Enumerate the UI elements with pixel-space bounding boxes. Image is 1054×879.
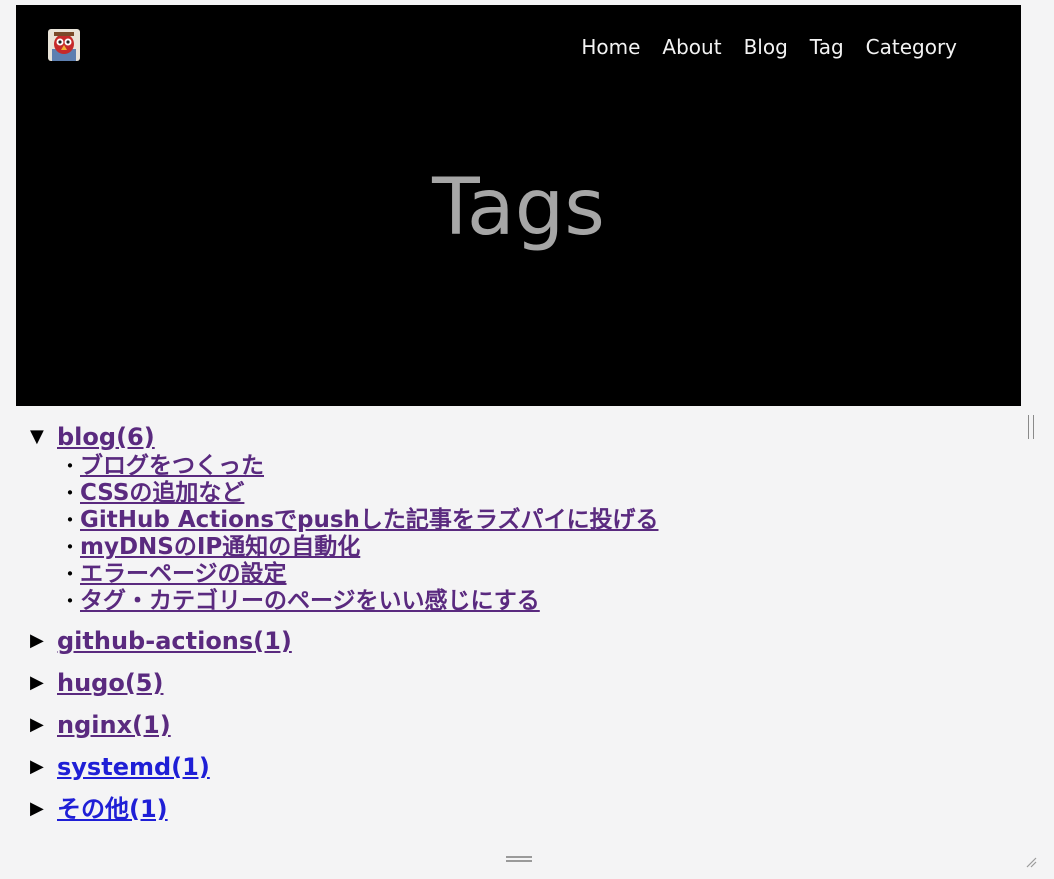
tag-group-blog: ▼ blog(6) ・ ブログをつくった ・ CSSの追加など ・ GitHub… — [30, 421, 1010, 615]
tag-group-github-actions: ▶ github-actions(1) — [30, 625, 1010, 657]
bullet-icon: ・ — [60, 535, 80, 559]
tag-summary-systemd[interactable]: ▶ systemd(1) — [30, 751, 1010, 783]
tag-summary-github-actions[interactable]: ▶ github-actions(1) — [30, 625, 1010, 657]
hero-header: Home About Blog Tag Category Tags — [16, 5, 1021, 406]
bullet-icon: ・ — [60, 508, 80, 532]
post-list-item: ・ GitHub Actionsでpushした記事をラズパイに投げる — [60, 507, 1010, 534]
nav-tag-link[interactable]: Tag — [810, 34, 844, 60]
tag-post-list: ・ ブログをつくった ・ CSSの追加など ・ GitHub Actionsでp… — [30, 453, 1010, 615]
post-link[interactable]: タグ・カテゴリーのページをいい感じにする — [80, 588, 540, 615]
nav-category-link[interactable]: Category — [866, 34, 957, 60]
tag-group-hugo: ▶ hugo(5) — [30, 667, 1010, 699]
post-list-item: ・ ブログをつくった — [60, 453, 1010, 480]
post-link[interactable]: CSSの追加など — [80, 480, 244, 507]
tag-link-systemd[interactable]: systemd(1) — [57, 751, 210, 783]
bullet-icon: ・ — [60, 589, 80, 613]
disclosure-open-icon: ▼ — [30, 426, 44, 447]
tag-group-systemd: ▶ systemd(1) — [30, 751, 1010, 783]
post-list-item: ・ CSSの追加など — [60, 480, 1010, 507]
post-link[interactable]: GitHub Actionsでpushした記事をラズパイに投げる — [80, 507, 658, 534]
post-link[interactable]: ブログをつくった — [80, 453, 264, 480]
bullet-icon: ・ — [60, 562, 80, 586]
site-logo[interactable] — [48, 29, 80, 61]
disclosure-closed-icon: ▶ — [30, 756, 44, 777]
post-list-item: ・ myDNSのIP通知の自動化 — [60, 534, 1010, 561]
tag-summary-hugo[interactable]: ▶ hugo(5) — [30, 667, 1010, 699]
tag-summary-other[interactable]: ▶ その他(1) — [30, 793, 1010, 825]
page-title: Tags — [432, 163, 605, 253]
tag-summary-nginx[interactable]: ▶ nginx(1) — [30, 709, 1010, 741]
resize-grip-icon[interactable] — [1025, 853, 1037, 868]
nav-blog-link[interactable]: Blog — [744, 34, 788, 60]
tag-link-nginx[interactable]: nginx(1) — [57, 709, 171, 741]
nav-home-link[interactable]: Home — [581, 34, 640, 60]
tag-link-other[interactable]: その他(1) — [57, 793, 168, 825]
bullet-icon: ・ — [60, 481, 80, 505]
disclosure-closed-icon: ▶ — [30, 672, 44, 693]
drag-handle-icon[interactable] — [506, 856, 532, 862]
post-link[interactable]: エラーページの設定 — [80, 561, 287, 588]
post-list-item: ・ タグ・カテゴリーのページをいい感じにする — [60, 588, 1010, 615]
tag-list: ▼ blog(6) ・ ブログをつくった ・ CSSの追加など ・ GitHub… — [30, 421, 1010, 835]
post-list-item: ・ エラーページの設定 — [60, 561, 1010, 588]
tag-summary-blog[interactable]: ▼ blog(6) — [30, 421, 1010, 453]
tag-link-hugo[interactable]: hugo(5) — [57, 667, 163, 699]
disclosure-closed-icon: ▶ — [30, 630, 44, 651]
post-link[interactable]: myDNSのIP通知の自動化 — [80, 534, 360, 561]
nav-about-link[interactable]: About — [662, 34, 721, 60]
tag-group-other: ▶ その他(1) — [30, 793, 1010, 825]
tag-link-blog[interactable]: blog(6) — [57, 421, 155, 453]
disclosure-closed-icon: ▶ — [30, 798, 44, 819]
tag-link-github-actions[interactable]: github-actions(1) — [57, 625, 292, 657]
main-nav: Home About Blog Tag Category — [581, 34, 957, 60]
page-frame: Home About Blog Tag Category Tags ▼ blog… — [16, 5, 1021, 850]
bullet-icon: ・ — [60, 454, 80, 478]
logo-image — [48, 29, 80, 61]
disclosure-closed-icon: ▶ — [30, 714, 44, 735]
tag-group-nginx: ▶ nginx(1) — [30, 709, 1010, 741]
scrollbar-thumb[interactable] — [1028, 415, 1034, 439]
